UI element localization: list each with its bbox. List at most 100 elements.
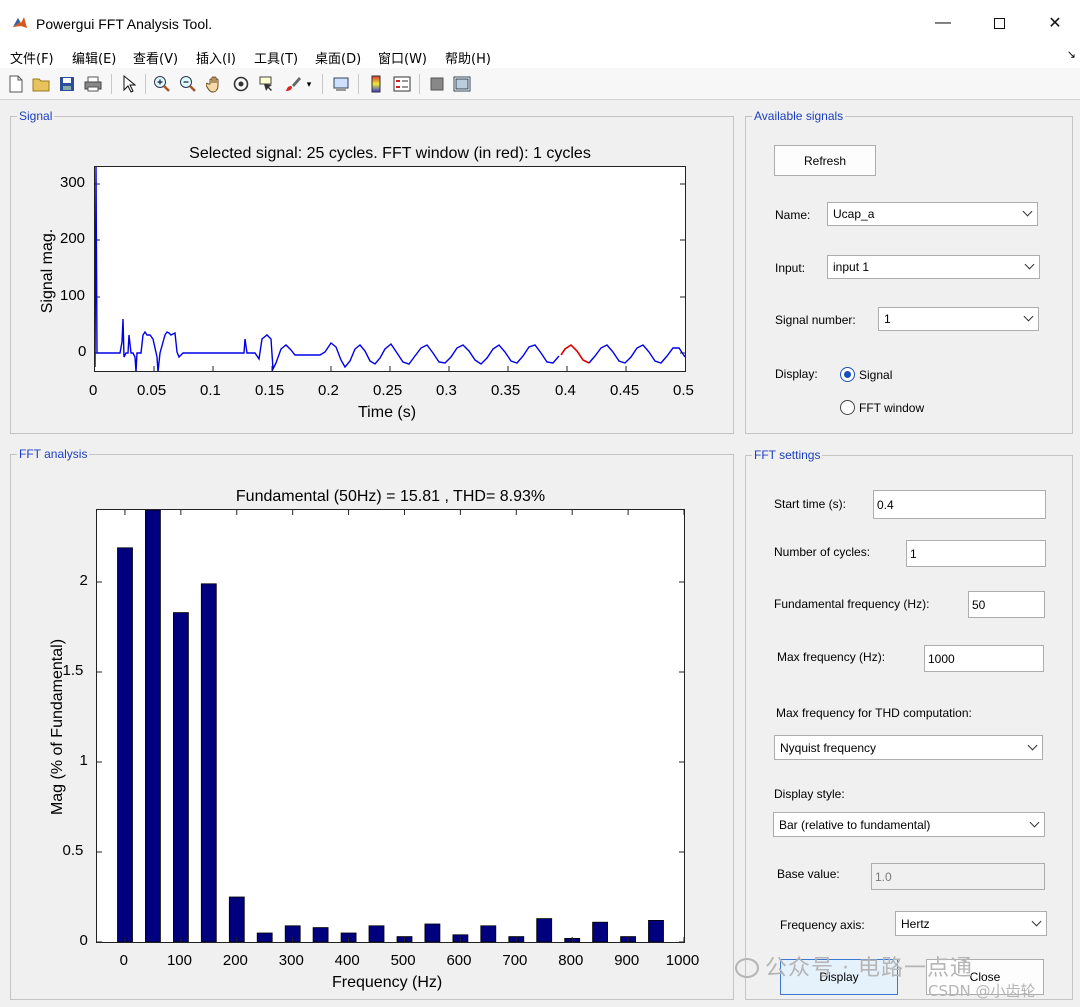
signal-number-label: Signal number: — [775, 313, 856, 327]
maximize-icon[interactable] — [976, 8, 1022, 38]
fft-xtick-label: 400 — [334, 952, 360, 969]
zoom-in-icon[interactable] — [152, 74, 172, 94]
menu-dock-arrow-icon[interactable]: ↘ — [1067, 48, 1076, 61]
fft-bar — [368, 925, 385, 942]
wechat-logo-icon — [735, 958, 759, 978]
signal-trace — [95, 167, 560, 371]
window-title: Powergui FFT Analysis Tool. — [36, 16, 213, 32]
colorbar-icon[interactable] — [366, 74, 386, 94]
fft-bar — [648, 919, 664, 942]
signal-number-dropdown[interactable]: 1 — [878, 307, 1039, 331]
rotate-3d-icon[interactable] — [231, 74, 251, 94]
max-frequency-input[interactable]: 1000 — [924, 645, 1044, 672]
signal-number-value: 1 — [884, 312, 891, 326]
signal-ytick: 300 — [60, 174, 86, 191]
fft-xtick-label: 100 — [166, 952, 192, 969]
display-signal-label[interactable]: Signal — [859, 368, 892, 382]
pointer-icon[interactable] — [119, 74, 139, 94]
signal-xtick: 0.25 — [373, 382, 403, 399]
chevron-down-icon — [1024, 259, 1035, 270]
fft-bar — [228, 896, 245, 942]
signal-xtick: 0.35 — [491, 382, 521, 399]
signal-xtick: 0.05 — [137, 382, 167, 399]
brush-dropdown-icon[interactable]: ▾ — [303, 74, 315, 94]
matlab-logo-icon — [13, 17, 27, 28]
frequency-axis-dropdown[interactable]: Hertz — [895, 911, 1047, 936]
input-dropdown[interactable]: input 1 — [827, 255, 1040, 279]
signal-xtick: 0.2 — [318, 382, 339, 399]
display-style-dropdown[interactable]: Bar (relative to fundamental) — [773, 812, 1045, 837]
signal-xtick: 0.3 — [436, 382, 457, 399]
signal-name-dropdown[interactable]: Ucap_a — [827, 202, 1038, 226]
toolbar-separator — [322, 74, 323, 94]
fft-plot-area[interactable] — [96, 509, 685, 943]
menu-window[interactable]: 窗口(W) — [378, 48, 427, 67]
link-plot-icon[interactable] — [331, 74, 351, 94]
show-plot-tools-icon[interactable] — [452, 74, 472, 94]
toolbar-separator — [419, 74, 420, 94]
signal-ylabel: Signal mag. — [39, 228, 56, 314]
wechat-watermark-text: 公众号 · 电路一点通 — [765, 956, 973, 981]
close-icon[interactable]: ✕ — [1032, 8, 1078, 38]
fft-xtick-label: 700 — [502, 952, 528, 969]
zoom-out-icon[interactable] — [178, 74, 198, 94]
menu-view[interactable]: 查看(V) — [133, 48, 178, 67]
fundamental-frequency-input[interactable]: 50 — [968, 591, 1045, 618]
display-fft-window-radio[interactable] — [840, 400, 855, 415]
refresh-button[interactable]: Refresh — [774, 145, 876, 176]
fft-window-trace — [560, 343, 590, 364]
open-folder-icon[interactable] — [31, 74, 51, 94]
menu-file[interactable]: 文件(F) — [10, 48, 54, 67]
toolbar-separator — [358, 74, 359, 94]
chevron-down-icon — [1022, 206, 1033, 217]
data-cursor-icon[interactable] — [257, 74, 277, 94]
fundamental-frequency-label: Fundamental frequency (Hz): — [774, 597, 930, 611]
input-value: input 1 — [833, 260, 870, 274]
title-bar: Powergui FFT Analysis Tool. — ✕ — [0, 0, 1080, 44]
number-of-cycles-input[interactable]: 1 — [906, 540, 1046, 567]
menu-desktop[interactable]: 桌面(D) — [315, 48, 361, 67]
thd-max-frequency-dropdown[interactable]: Nyquist frequency — [774, 735, 1043, 760]
fft-xtick-label: 200 — [222, 952, 248, 969]
frequency-axis-value: Hertz — [901, 916, 930, 931]
fft-plot-title: Fundamental (50Hz) = 15.81 , THD= 8.93% — [235, 488, 546, 505]
base-value-input: 1.0 — [871, 863, 1045, 890]
print-icon[interactable] — [83, 74, 103, 94]
hide-plot-tools-icon[interactable] — [427, 74, 447, 94]
fft-xtick-label: 900 — [614, 952, 640, 969]
signal-plot-title: Selected signal: 25 cycles. FFT window (… — [189, 145, 591, 162]
menu-help[interactable]: 帮助(H) — [445, 48, 491, 67]
chevron-down-icon — [1031, 916, 1042, 926]
fft-bar — [200, 583, 217, 942]
legend-icon[interactable] — [392, 74, 412, 94]
fft-ytick-label: 2 — [79, 572, 88, 589]
csdn-watermark: CSDN @小齿轮 — [928, 982, 1036, 1000]
fft-bar — [145, 510, 161, 942]
fft-xtick-label: 800 — [558, 952, 584, 969]
chevron-down-icon — [1023, 311, 1034, 322]
signal-ytick: 200 — [60, 230, 86, 247]
fft-ytick-label: 0 — [79, 932, 88, 949]
new-file-icon[interactable] — [6, 74, 26, 94]
display-fft-window-label[interactable]: FFT window — [859, 401, 924, 415]
signal-xtick: 0.45 — [610, 382, 640, 399]
display-signal-radio[interactable] — [840, 367, 855, 382]
menu-insert[interactable]: 插入(I) — [196, 48, 236, 67]
menu-edit[interactable]: 编辑(E) — [72, 48, 116, 67]
fft-xlabel: Frequency (Hz) — [332, 974, 443, 991]
save-icon[interactable] — [57, 74, 77, 94]
input-label: Input: — [775, 261, 806, 275]
fft-xtick-label: 300 — [278, 952, 304, 969]
fft-bar-chart — [97, 510, 684, 942]
pan-hand-icon[interactable] — [205, 74, 225, 94]
signal-xtick: 0.15 — [255, 382, 285, 399]
signal-xtick: 0.1 — [200, 382, 221, 399]
start-time-input[interactable]: 0.4 — [873, 490, 1046, 519]
signal-xtick: 0 — [89, 382, 98, 399]
brush-icon[interactable] — [283, 74, 303, 94]
fft-bar — [256, 932, 273, 942]
menu-tools[interactable]: 工具(T) — [254, 48, 298, 67]
signal-plot-area[interactable] — [94, 166, 686, 372]
fft-bar — [117, 547, 133, 942]
minimize-icon[interactable]: — — [920, 8, 966, 38]
